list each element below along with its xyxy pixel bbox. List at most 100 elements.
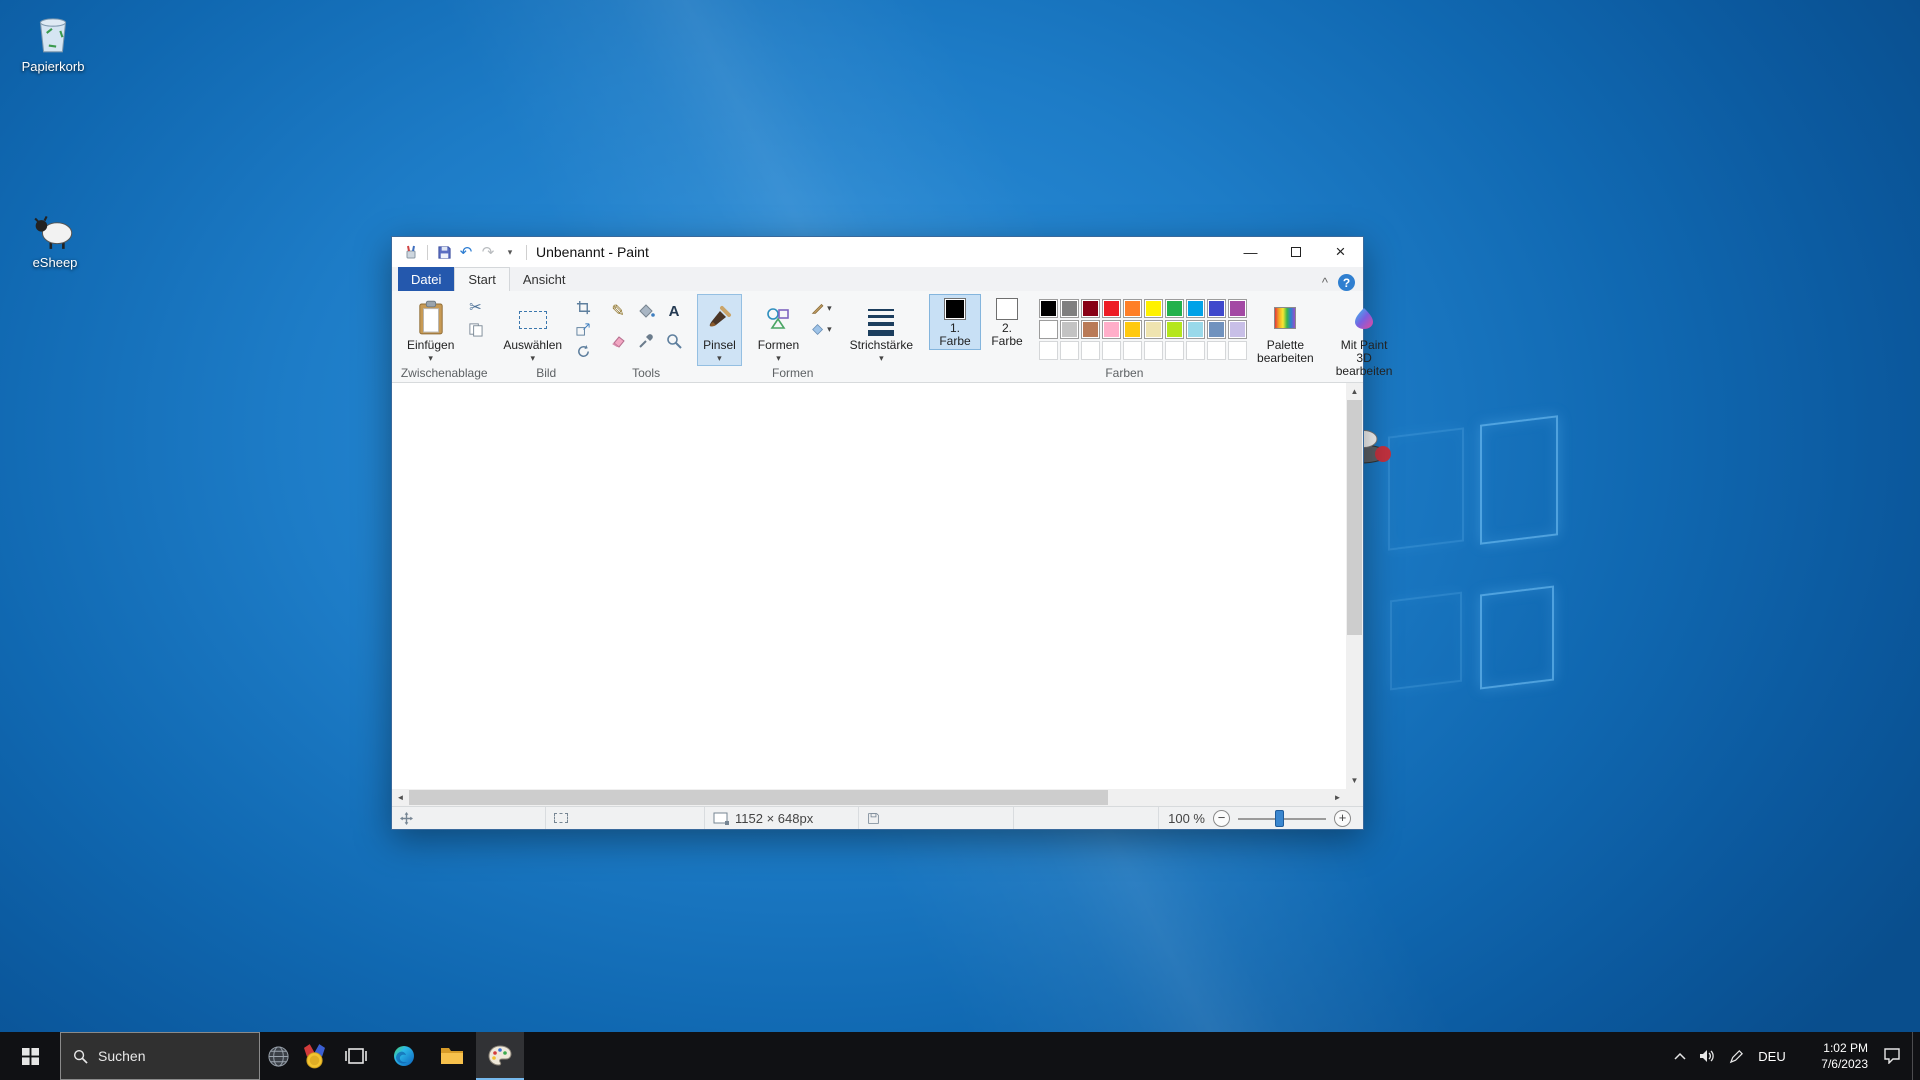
palette-color[interactable] (1186, 320, 1205, 339)
palette-color[interactable] (1144, 320, 1163, 339)
pencil-tool-button[interactable]: ✎ (605, 297, 631, 325)
palette-empty-slot[interactable] (1102, 341, 1121, 360)
palette-empty-slot[interactable] (1228, 341, 1247, 360)
tray-pen-button[interactable] (1722, 1032, 1750, 1080)
minimize-button[interactable]: — (1228, 237, 1273, 267)
palette-color[interactable] (1081, 320, 1100, 339)
palette-color[interactable] (1102, 320, 1121, 339)
palette-color[interactable] (1060, 320, 1079, 339)
taskbar-explorer-button[interactable] (428, 1032, 476, 1080)
save-button[interactable] (433, 241, 455, 263)
redo-button[interactable]: ↷ (477, 241, 499, 263)
color1-button[interactable]: 1. Farbe (929, 294, 981, 350)
palette-empty-slot[interactable] (1165, 341, 1184, 360)
palette-color[interactable] (1165, 320, 1184, 339)
taskbar-search-box[interactable]: Suchen (60, 1032, 260, 1080)
action-center-button[interactable] (1872, 1032, 1912, 1080)
palette-color[interactable] (1039, 299, 1058, 318)
tray-speaker-button[interactable] (1694, 1032, 1722, 1080)
taskbar-globe-button[interactable] (260, 1032, 296, 1080)
scroll-down-arrow[interactable]: ▼ (1346, 772, 1363, 789)
resize-button[interactable] (571, 319, 595, 339)
undo-button[interactable]: ↶ (455, 241, 477, 263)
palette-color[interactable] (1144, 299, 1163, 318)
desktop-icon-recycle-bin[interactable]: Papierkorb (10, 10, 96, 74)
scroll-up-arrow[interactable]: ▲ (1346, 383, 1363, 400)
brush-button[interactable]: Pinsel ▾ (697, 294, 742, 366)
color2-button[interactable]: 2. Farbe (981, 294, 1033, 350)
maximize-button[interactable] (1273, 237, 1318, 267)
color-picker-tool-button[interactable] (633, 327, 659, 355)
cut-button[interactable]: ✂ (463, 297, 487, 317)
taskbar-paint-button[interactable] (476, 1032, 524, 1080)
keyboard-language-button[interactable]: DEU (1750, 1032, 1794, 1080)
zoom-slider-thumb[interactable] (1275, 810, 1284, 827)
quick-access-dropdown[interactable]: ▾ (499, 241, 521, 263)
scroll-left-arrow[interactable]: ◄ (392, 789, 409, 806)
close-button[interactable]: × (1318, 237, 1363, 267)
hidden-icons-chevron[interactable] (1666, 1032, 1694, 1080)
tab-datei[interactable]: Datei (398, 267, 454, 291)
rotate-button[interactable] (571, 341, 595, 361)
taskbar-medal-button[interactable] (296, 1032, 332, 1080)
zoom-in-button[interactable]: + (1334, 810, 1351, 827)
palette-color[interactable] (1123, 299, 1142, 318)
text-tool-button[interactable]: A (661, 297, 687, 325)
tab-ansicht[interactable]: Ansicht (510, 267, 579, 291)
desktop-background[interactable]: Papierkorb eSheep (0, 0, 1920, 1080)
vertical-scroll-track[interactable] (1346, 400, 1363, 772)
zoom-out-button[interactable]: − (1213, 810, 1230, 827)
edit-palette-button[interactable]: Palette bearbeiten (1251, 294, 1320, 367)
fill-tool-button[interactable] (633, 297, 659, 325)
palette-empty-slot[interactable] (1081, 341, 1100, 360)
zoom-slider[interactable] (1238, 810, 1326, 827)
tab-start[interactable]: Start (454, 267, 509, 291)
taskbar-clock[interactable]: 1:02 PM 7/6/2023 (1794, 1032, 1872, 1080)
palette-empty-slot[interactable] (1186, 341, 1205, 360)
desktop-icon-esheep[interactable]: eSheep (12, 206, 98, 270)
collapse-ribbon-button[interactable]: ^ (1322, 275, 1328, 290)
task-view-button[interactable] (332, 1032, 380, 1080)
paste-button[interactable]: Einfügen ▾ (401, 294, 460, 366)
stroke-size-button[interactable]: Strichstärke ▾ (844, 294, 919, 366)
palette-color[interactable] (1060, 299, 1079, 318)
show-desktop-button[interactable] (1912, 1032, 1920, 1080)
clock-date: 7/6/2023 (1821, 1056, 1868, 1072)
palette-color[interactable] (1081, 299, 1100, 318)
taskbar-edge-button[interactable] (380, 1032, 428, 1080)
palette-empty-slot[interactable] (1207, 341, 1226, 360)
palette-color[interactable] (1039, 320, 1058, 339)
paint3d-button[interactable]: Mit Paint 3D bearbeiten (1330, 294, 1399, 381)
help-button[interactable]: ? (1338, 274, 1355, 291)
crop-button[interactable] (571, 297, 595, 317)
copy-button[interactable] (463, 319, 487, 339)
magnifier-tool-button[interactable] (661, 327, 687, 355)
palette-color[interactable] (1207, 320, 1226, 339)
palette-color[interactable] (1207, 299, 1226, 318)
palette-color[interactable] (1228, 299, 1247, 318)
shapes-icon (766, 298, 790, 338)
paint-canvas[interactable] (392, 383, 1346, 789)
palette-empty-slot[interactable] (1060, 341, 1079, 360)
palette-empty-slot[interactable] (1144, 341, 1163, 360)
scroll-right-arrow[interactable]: ► (1329, 789, 1346, 806)
palette-color[interactable] (1102, 299, 1121, 318)
select-icon (519, 311, 547, 329)
palette-color[interactable] (1186, 299, 1205, 318)
horizontal-scroll-thumb[interactable] (409, 790, 1108, 805)
shape-outline-button[interactable]: ▾ (809, 299, 834, 317)
shapes-button[interactable]: Formen ▾ (752, 294, 805, 366)
palette-color[interactable] (1165, 299, 1184, 318)
palette-empty-slot[interactable] (1123, 341, 1142, 360)
select-button[interactable]: Auswählen ▾ (497, 294, 568, 366)
palette-empty-slot[interactable] (1039, 341, 1058, 360)
eraser-tool-button[interactable] (605, 327, 631, 355)
horizontal-scrollbar[interactable]: ◄ ► (392, 789, 1346, 806)
start-button[interactable] (0, 1032, 60, 1080)
palette-color[interactable] (1123, 320, 1142, 339)
palette-color[interactable] (1228, 320, 1247, 339)
shape-fill-button[interactable]: ▾ (809, 320, 834, 338)
vertical-scrollbar[interactable]: ▲ ▼ (1346, 383, 1363, 789)
vertical-scroll-thumb[interactable] (1347, 400, 1362, 635)
horizontal-scroll-track[interactable] (409, 789, 1329, 806)
